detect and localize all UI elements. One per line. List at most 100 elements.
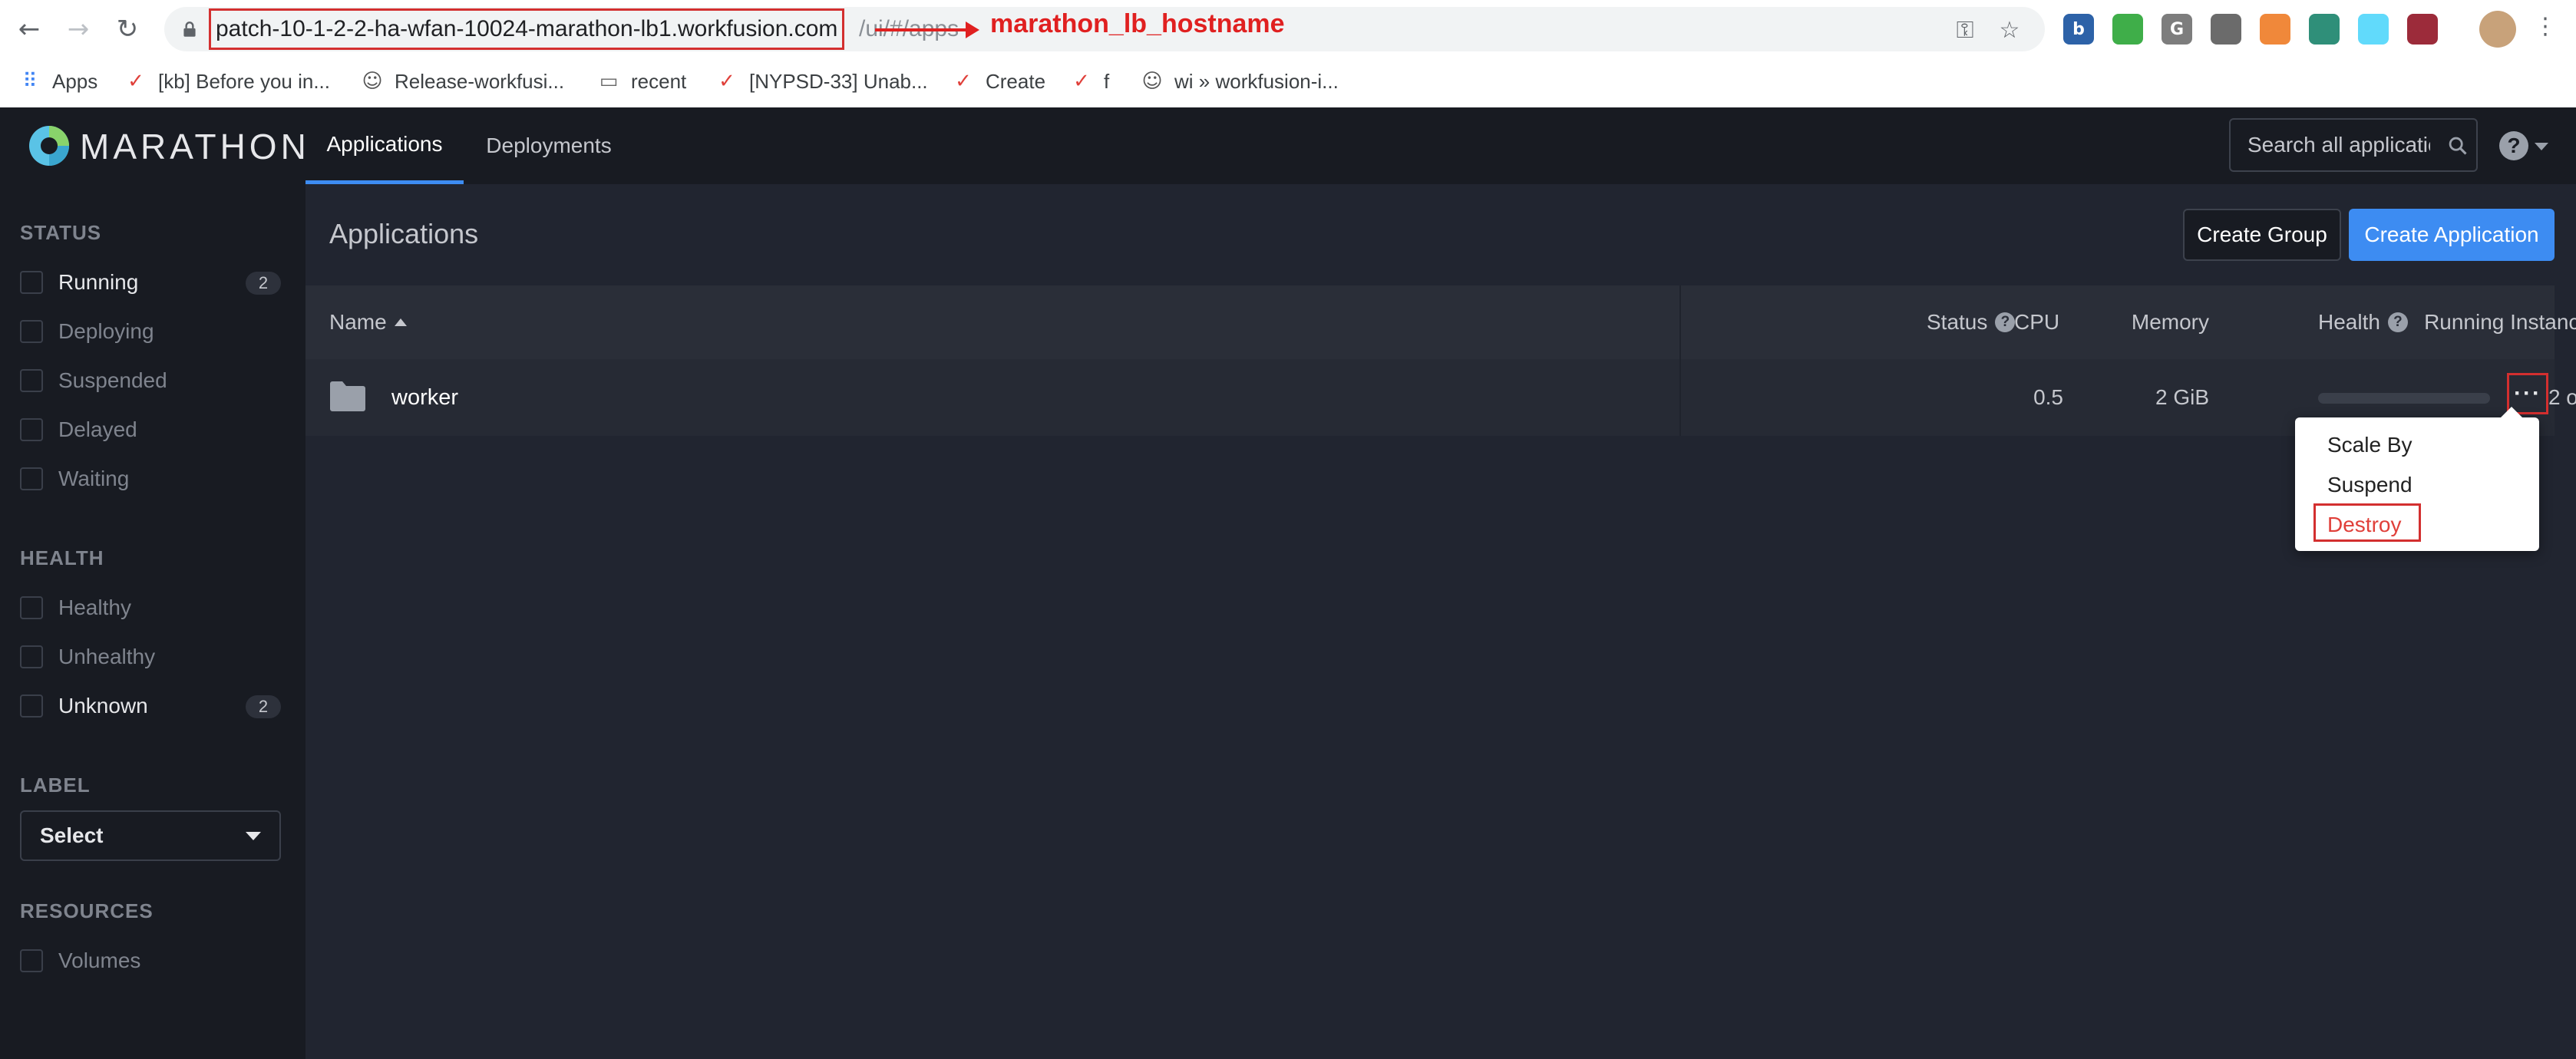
bookmark-label: Create [986, 69, 1046, 93]
bookmark-label: wi » workfusion-i... [1174, 69, 1339, 93]
annotation-label: marathon_lb_hostname [990, 9, 1285, 38]
bookmark-label: Release-workfusi... [395, 69, 565, 93]
extension-icon[interactable] [2358, 14, 2389, 45]
search-icon[interactable] [2447, 135, 2469, 157]
bookmark-label: Apps [52, 69, 98, 93]
filter-unhealthy[interactable]: Unhealthy [20, 640, 281, 674]
menu-item-scale-by[interactable]: Scale By [2327, 433, 2413, 457]
checkbox[interactable] [20, 694, 43, 718]
sort-ascending-icon [394, 318, 407, 326]
folder-icon: ▭ [599, 70, 619, 93]
workfusion-icon: ✓ [718, 70, 735, 93]
count-badge: 2 [246, 272, 281, 295]
table-row[interactable]: worker 0.5 2 GiB 2 of 2 ··· [305, 359, 2576, 436]
star-icon[interactable]: ☆ [1994, 15, 2025, 45]
extension-icon[interactable] [2260, 14, 2290, 45]
app-header: MARATHON Applications Deployments ? [0, 107, 2576, 184]
checkbox[interactable] [20, 369, 43, 392]
caret-down-icon [246, 832, 261, 840]
bookmarks-bar: ⠿ Apps ✓ [kb] Before you in... ☺ Release-work… [0, 58, 2576, 107]
health-bar [2318, 393, 2490, 404]
sidebar: STATUS Running 2 Deploying Suspended Del… [0, 184, 305, 1059]
marathon-logo-icon [29, 126, 69, 166]
tab-deployments[interactable]: Deployments [464, 107, 634, 184]
filter-suspended[interactable]: Suspended [20, 364, 281, 398]
filter-unknown[interactable]: Unknown 2 [20, 689, 281, 723]
applications-table: Name CPU Memory Status ? Running Instanc… [305, 285, 2576, 436]
checkbox[interactable] [20, 418, 43, 441]
bookmark-item[interactable]: ✓ Create [950, 66, 1045, 97]
label-section-title: LABEL [20, 774, 91, 797]
reload-icon[interactable]: ↻ [109, 11, 146, 48]
bookmark-label: [NYPSD-33] Unab... [749, 69, 928, 93]
label-select-value: Select [40, 823, 104, 847]
browser-menu-icon[interactable]: ⋮ [2530, 11, 2561, 41]
column-running-instances[interactable]: Running Instances [1994, 285, 2576, 359]
bookmark-item[interactable]: ⠿ Apps [17, 66, 97, 97]
checkbox[interactable] [20, 596, 43, 619]
workfusion-icon: ✓ [955, 70, 972, 93]
filter-deploying[interactable]: Deploying [20, 315, 281, 348]
filter-volumes[interactable]: Volumes [20, 944, 281, 978]
search-input[interactable] [2231, 120, 2430, 170]
checkbox[interactable] [20, 645, 43, 668]
extension-icon[interactable] [2211, 14, 2241, 45]
workfusion-icon: ✓ [127, 70, 144, 93]
bookmark-label: f [1104, 69, 1110, 93]
status-section-title: STATUS [20, 221, 102, 244]
profile-avatar[interactable] [2479, 11, 2516, 48]
search-box[interactable] [2229, 118, 2478, 172]
column-health[interactable]: Health ? [2318, 285, 2408, 359]
create-application-button[interactable]: Create Application [2349, 209, 2555, 261]
bookmark-item[interactable]: ☺ Release-workfusi... [359, 66, 564, 97]
extension-icon[interactable] [2309, 14, 2340, 45]
menu-item-destroy[interactable]: Destroy [2327, 513, 2401, 537]
help-icon[interactable]: ? [2499, 131, 2528, 160]
forward-icon[interactable]: → [60, 11, 97, 48]
extension-icon[interactable]: b [2063, 14, 2094, 45]
checkbox[interactable] [20, 271, 43, 294]
key-icon[interactable]: ⚿ [1950, 15, 1980, 45]
bookmark-item[interactable]: ✓ [kb] Before you in... [123, 66, 330, 97]
brand-name: MARATHON [80, 127, 310, 167]
actions-menu: Scale By Suspend Destroy [2295, 407, 2539, 551]
help-icon[interactable]: ? [2387, 312, 2408, 332]
filter-healthy[interactable]: Healthy [20, 591, 281, 625]
workfusion-icon: ✓ [1073, 70, 1090, 93]
create-group-button[interactable]: Create Group [2183, 209, 2341, 261]
app-name[interactable]: worker [391, 359, 458, 436]
extension-icon[interactable]: G [2162, 14, 2192, 45]
back-icon[interactable]: ← [11, 11, 48, 48]
filter-delayed[interactable]: Delayed [20, 413, 281, 447]
label-select[interactable]: Select [20, 810, 281, 861]
checkbox[interactable] [20, 320, 43, 343]
filter-waiting[interactable]: Waiting [20, 462, 281, 496]
browser-chrome: ← → ↻ patch-10-1-2-2-ha-wfan-10024-marat… [0, 0, 2576, 107]
chevron-down-icon[interactable] [2535, 143, 2548, 150]
bookmark-label: [kb] Before you in... [158, 69, 331, 93]
column-divider [1679, 285, 1681, 436]
url-hostname[interactable]: patch-10-1-2-2-ha-wfan-10024-marathon-lb… [209, 8, 845, 50]
checkbox[interactable] [20, 467, 43, 490]
bookmark-item[interactable]: ▭ recent [596, 66, 687, 97]
bookmark-item[interactable]: ✓ f [1068, 66, 1109, 97]
bookmark-item[interactable]: ✓ [NYPSD-33] Unab... [714, 66, 928, 97]
health-section-title: HEALTH [20, 546, 104, 569]
page-title: Applications [329, 218, 479, 249]
apps-grid-icon: ⠿ [22, 70, 38, 93]
jenkins-icon: ☺ [362, 70, 383, 93]
folder-icon [330, 381, 365, 411]
checkbox[interactable] [20, 949, 43, 972]
tab-applications[interactable]: Applications [305, 107, 464, 184]
bookmark-item[interactable]: ☺ wi » workfusion-i... [1139, 66, 1339, 97]
extension-icon[interactable] [2407, 14, 2438, 45]
column-name[interactable]: Name [329, 285, 407, 359]
annotation-arrow [875, 21, 979, 38]
bookmark-label: recent [631, 69, 687, 93]
extension-icon[interactable] [2112, 14, 2143, 45]
lock-icon [183, 21, 196, 37]
jenkins-icon: ☺ [1141, 70, 1163, 93]
count-badge: 2 [246, 695, 281, 718]
menu-item-suspend[interactable]: Suspend [2327, 473, 2413, 497]
filter-running[interactable]: Running 2 [20, 266, 281, 299]
